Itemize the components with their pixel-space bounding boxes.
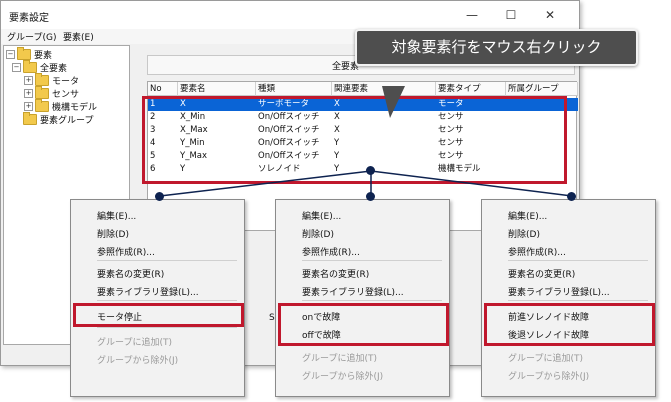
connector-dot-origin	[366, 166, 375, 175]
menu-item-remove-from-group[interactable]: グループから除外(J)	[97, 353, 178, 366]
menu-item-remove-from-group[interactable]: グループから除外(J)	[302, 369, 383, 382]
menu-separator	[302, 260, 442, 261]
menu-separator	[508, 300, 648, 301]
callout-pointer	[382, 86, 405, 118]
connector-line-right	[370, 170, 573, 197]
menu-item-edit[interactable]: 編集(E)...	[508, 209, 547, 222]
context-menu-switch: 編集(E)... 削除(D) 参照作成(R)... 要素名の変更(R) 要素ライ…	[275, 199, 450, 397]
menu-separator	[302, 300, 442, 301]
menu-item-register-library[interactable]: 要素ライブラリ登録(L)...	[97, 285, 199, 298]
menu-separator	[97, 260, 237, 261]
menu-item-rename[interactable]: 要素名の変更(R)	[302, 267, 369, 280]
menu-item-register-library[interactable]: 要素ライブラリ登録(L)...	[508, 285, 610, 298]
menu-separator	[97, 327, 237, 328]
menu-item-add-to-group[interactable]: グループに追加(T)	[508, 351, 583, 364]
menu-item-rename[interactable]: 要素名の変更(R)	[97, 267, 164, 280]
connector-dot-left	[155, 192, 164, 201]
menu-item-create-reference[interactable]: 参照作成(R)...	[302, 245, 360, 258]
menu-item-create-reference[interactable]: 参照作成(R)...	[508, 245, 566, 258]
menu-item-delete[interactable]: 削除(D)	[97, 227, 129, 240]
menu-separator	[97, 300, 237, 301]
context-menu-motor: 編集(E)... 削除(D) 参照作成(R)... 要素名の変更(R) 要素ライ…	[70, 199, 245, 397]
connector-dot-mid	[366, 192, 375, 201]
menu-item-delete[interactable]: 削除(D)	[302, 227, 334, 240]
menu-item-edit[interactable]: 編集(E)...	[97, 209, 136, 222]
menu-highlight	[484, 303, 655, 346]
menu-item-add-to-group[interactable]: グループに追加(T)	[97, 335, 172, 348]
menu-item-register-library[interactable]: 要素ライブラリ登録(L)...	[302, 285, 404, 298]
menu-highlight	[278, 303, 449, 346]
menu-item-add-to-group[interactable]: グループに追加(T)	[302, 351, 377, 364]
connector-dot-right	[567, 192, 576, 201]
context-menu-solenoid: 編集(E)... 削除(D) 参照作成(R)... 要素名の変更(R) 要素ライ…	[481, 199, 656, 397]
connector-line-left	[159, 170, 372, 197]
menu-item-delete[interactable]: 削除(D)	[508, 227, 540, 240]
menu-highlight	[73, 303, 244, 327]
menu-item-rename[interactable]: 要素名の変更(R)	[508, 267, 575, 280]
menu-item-create-reference[interactable]: 参照作成(R)...	[97, 245, 155, 258]
menu-item-remove-from-group[interactable]: グループから除外(J)	[508, 369, 589, 382]
menu-separator	[508, 260, 648, 261]
instruction-callout: 対象要素行をマウス右クリック	[355, 29, 638, 66]
menu-item-edit[interactable]: 編集(E)...	[302, 209, 341, 222]
